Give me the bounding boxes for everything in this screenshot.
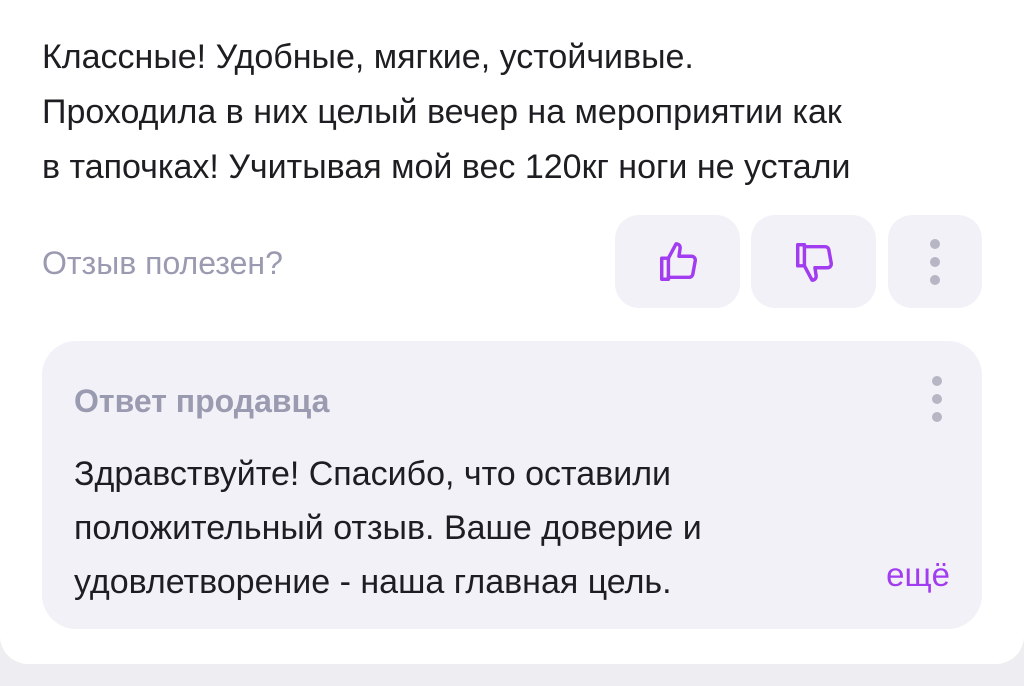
review-text: Классные! Удобные, мягкие, устойчивые. П…	[42, 38, 851, 186]
like-button[interactable]	[615, 215, 740, 308]
seller-answer-title: Ответ продавца	[74, 383, 330, 419]
review-card: Классные! Удобные, мягкие, устойчивые. П…	[0, 0, 1024, 664]
seller-answer-text: Здравствуйте! Спасибо, что оставили поло…	[74, 455, 702, 601]
expand-answer-link[interactable]: ещё	[886, 555, 950, 595]
review-more-button[interactable]	[888, 215, 982, 308]
helpful-question-label: Отзыв полезен?	[42, 245, 283, 281]
more-vertical-icon	[930, 238, 940, 285]
thumbs-down-icon	[795, 242, 833, 282]
thumbs-up-icon	[659, 241, 697, 281]
more-vertical-icon	[932, 376, 942, 422]
seller-answer-more-button[interactable]	[922, 369, 952, 429]
dislike-button[interactable]	[751, 215, 876, 308]
seller-answer-block: Ответ продавца Здравствуйте! Спасибо, чт…	[42, 341, 982, 629]
